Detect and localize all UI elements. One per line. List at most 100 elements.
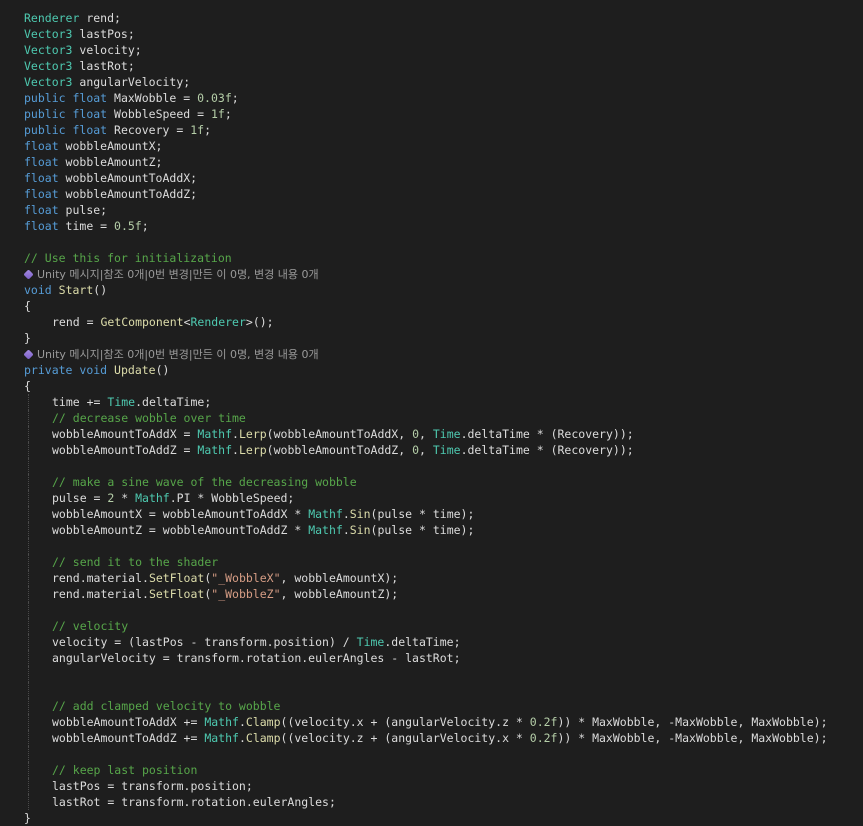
code-line[interactable] bbox=[0, 666, 863, 682]
indent-guide bbox=[24, 522, 52, 538]
code-token: public bbox=[24, 123, 66, 137]
code-line[interactable]: private void Update() bbox=[0, 362, 863, 378]
code-line[interactable] bbox=[0, 234, 863, 250]
indent-guide bbox=[24, 426, 52, 442]
code-token: ((velocity.x + (angularVelocity.z * bbox=[280, 715, 530, 729]
code-line[interactable]: float pulse; bbox=[0, 202, 863, 218]
code-token: Renderer bbox=[24, 11, 80, 25]
code-line[interactable]: lastRot = transform.rotation.eulerAngles… bbox=[0, 794, 863, 810]
code-token: .deltaTime; bbox=[135, 395, 212, 409]
code-line[interactable]: public float Recovery = 1f; bbox=[0, 122, 863, 138]
indent-guide bbox=[24, 570, 52, 586]
code-line[interactable]: float wobbleAmountX; bbox=[0, 138, 863, 154]
code-token: private bbox=[24, 363, 73, 377]
code-token: , bbox=[419, 443, 433, 457]
code-line[interactable]: public float WobbleSpeed = 1f; bbox=[0, 106, 863, 122]
code-line[interactable]: { bbox=[0, 298, 863, 314]
code-token: { bbox=[24, 299, 31, 313]
code-line[interactable]: // velocity bbox=[0, 618, 863, 634]
code-line[interactable] bbox=[0, 602, 863, 618]
code-token: public bbox=[24, 91, 66, 105]
code-token: "_WobbleX" bbox=[211, 571, 281, 585]
code-line[interactable]: float wobbleAmountToAddZ; bbox=[0, 186, 863, 202]
codelens-info[interactable]: Unity 메시지|참조 0개|0번 변경|만든 이 0명, 변경 내용 0개 bbox=[23, 348, 319, 361]
code-line[interactable]: wobbleAmountToAddZ += Mathf.Clamp((veloc… bbox=[0, 730, 863, 746]
code-token: lastPos = transform.position; bbox=[52, 779, 253, 793]
code-token: 0.2f bbox=[529, 715, 558, 729]
indent-guide bbox=[24, 458, 52, 474]
code-line[interactable]: rend.material.SetFloat("_WobbleZ", wobbl… bbox=[0, 586, 863, 602]
code-token: () bbox=[155, 363, 170, 377]
code-line[interactable]: Vector3 velocity; bbox=[0, 42, 863, 58]
indent-guide bbox=[24, 410, 52, 426]
code-token: "_WobbleZ" bbox=[211, 587, 281, 601]
code-line[interactable]: lastPos = transform.position; bbox=[0, 778, 863, 794]
code-line[interactable]: } bbox=[0, 330, 863, 346]
code-line[interactable]: rend = GetComponent<Renderer>(); bbox=[0, 314, 863, 330]
indent-guide bbox=[24, 442, 52, 458]
code-line[interactable]: float wobbleAmountToAddX; bbox=[0, 170, 863, 186]
code-token: SetFloat bbox=[148, 571, 205, 585]
code-line[interactable]: float wobbleAmountZ; bbox=[0, 154, 863, 170]
indent-guide bbox=[24, 474, 52, 490]
code-line[interactable] bbox=[0, 458, 863, 474]
code-token: wobbleAmountToAddZ += bbox=[52, 731, 205, 745]
code-line[interactable]: angularVelocity = transform.rotation.eul… bbox=[0, 650, 863, 666]
code-token: Mathf bbox=[197, 427, 233, 441]
code-line[interactable]: pulse = 2 * Mathf.PI * WobbleSpeed; bbox=[0, 490, 863, 506]
code-line[interactable]: wobbleAmountZ = wobbleAmountToAddZ * Mat… bbox=[0, 522, 863, 538]
code-line[interactable]: // make a sine wave of the decreasing wo… bbox=[0, 474, 863, 490]
code-line[interactable]: // add clamped velocity to wobble bbox=[0, 698, 863, 714]
code-line[interactable] bbox=[0, 746, 863, 762]
code-token: lastRot = transform.rotation.eulerAngles… bbox=[52, 795, 336, 809]
code-line[interactable]: } bbox=[0, 810, 863, 826]
code-token: // make a sine wave of the decreasing wo… bbox=[52, 475, 357, 489]
code-token: , wobbleAmountZ); bbox=[280, 587, 399, 601]
code-token: rend; bbox=[79, 11, 121, 25]
code-line[interactable] bbox=[0, 538, 863, 554]
code-token: ((velocity.z + (angularVelocity.x * bbox=[280, 731, 530, 745]
code-line[interactable]: wobbleAmountToAddX = Mathf.Lerp(wobbleAm… bbox=[0, 426, 863, 442]
code-line[interactable]: // keep last position bbox=[0, 762, 863, 778]
code-line[interactable]: rend.material.SetFloat("_WobbleX", wobbl… bbox=[0, 570, 863, 586]
code-token: wobbleAmountX; bbox=[58, 139, 163, 153]
codelens-row[interactable]: Unity 메시지|참조 0개|0번 변경|만든 이 0명, 변경 내용 0개 bbox=[0, 266, 863, 282]
code-line[interactable]: void Start() bbox=[0, 282, 863, 298]
code-token: float bbox=[24, 155, 59, 169]
code-line[interactable]: wobbleAmountToAddZ = Mathf.Lerp(wobbleAm… bbox=[0, 442, 863, 458]
code-token: angularVelocity = transform.rotation.eul… bbox=[52, 651, 461, 665]
indent-guide bbox=[24, 730, 52, 746]
indent-guide bbox=[24, 634, 52, 650]
code-line[interactable] bbox=[0, 682, 863, 698]
code-token: Mathf bbox=[308, 523, 343, 537]
code-line[interactable]: // decrease wobble over time bbox=[0, 410, 863, 426]
code-line[interactable]: time += Time.deltaTime; bbox=[0, 394, 863, 410]
code-line[interactable]: velocity = (lastPos - transform.position… bbox=[0, 634, 863, 650]
code-token: Update bbox=[114, 363, 156, 377]
codelens-info[interactable]: Unity 메시지|참조 0개|0번 변경|만든 이 0명, 변경 내용 0개 bbox=[23, 268, 319, 281]
code-token: } bbox=[24, 811, 31, 825]
code-line[interactable]: float time = 0.5f; bbox=[0, 218, 863, 234]
code-line[interactable]: wobbleAmountX = wobbleAmountToAddX * Mat… bbox=[0, 506, 863, 522]
code-line[interactable]: { bbox=[0, 378, 863, 394]
code-token: Mathf bbox=[204, 715, 239, 729]
codelens-row[interactable]: Unity 메시지|참조 0개|0번 변경|만든 이 0명, 변경 내용 0개 bbox=[0, 346, 863, 362]
code-line[interactable]: wobbleAmountToAddX += Mathf.Clamp((veloc… bbox=[0, 714, 863, 730]
code-editor[interactable]: Renderer rend; Vector3 lastPos; Vector3 ve… bbox=[0, 10, 863, 826]
code-line[interactable]: Vector3 lastRot; bbox=[0, 58, 863, 74]
code-token: Start bbox=[58, 283, 94, 297]
code-token: time += bbox=[52, 395, 108, 409]
code-line[interactable]: // send it to the shader bbox=[0, 554, 863, 570]
code-line[interactable]: Vector3 angularVelocity; bbox=[0, 74, 863, 90]
code-token: Clamp bbox=[245, 731, 281, 745]
code-token: 0 bbox=[412, 443, 420, 457]
code-token: wobbleAmountToAddZ = bbox=[52, 443, 198, 457]
code-token: Time bbox=[107, 395, 136, 409]
code-line[interactable]: Vector3 lastPos; bbox=[0, 26, 863, 42]
code-line[interactable]: public float MaxWobble = 0.03f; bbox=[0, 90, 863, 106]
code-token: lastPos; bbox=[72, 27, 135, 41]
code-line[interactable]: // Use this for initialization bbox=[0, 250, 863, 266]
code-line[interactable]: Renderer rend; bbox=[0, 10, 863, 26]
code-token: lastRot; bbox=[72, 59, 135, 73]
indent-guide bbox=[24, 314, 52, 330]
